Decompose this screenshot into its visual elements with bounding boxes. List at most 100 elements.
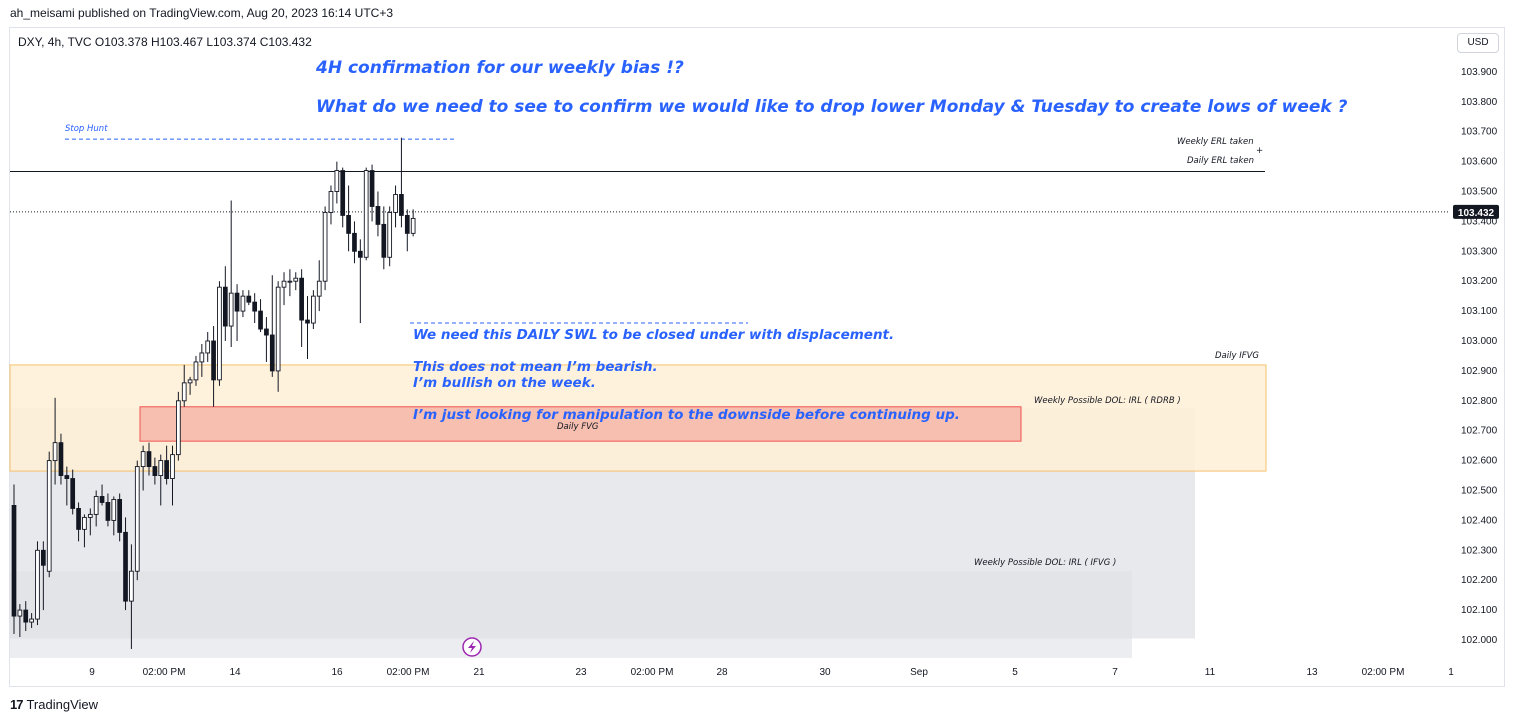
candle [334,161,340,204]
x-tick-label: 9 [89,667,95,678]
y-tick-label: 103.700 [1461,127,1498,138]
label-daily-erl: Daily ERL taken [1187,156,1255,166]
candle [352,221,357,264]
candle-body [199,352,205,363]
label-weekly-erl: Weekly ERL taken [1177,137,1254,147]
tradingview-logo-icon: 17 [10,697,24,712]
candle [222,266,228,341]
candle-body [363,170,369,258]
candle [240,290,246,318]
candle-body [387,211,393,258]
candle-body [93,496,99,515]
candle-body [375,205,381,225]
candle [375,191,381,237]
y-tick-label: 103.900 [1461,67,1498,78]
currency-button[interactable]: USD [1457,33,1499,53]
annotation-title-1: 4H confirmation for our weekly bias !? [316,58,684,78]
label-plus: + [1256,146,1264,156]
candle-body [252,301,258,312]
y-tick-label: 102.100 [1461,605,1498,616]
candle [11,484,17,635]
x-tick-label: 11 [1205,667,1216,678]
candle [46,451,52,578]
y-tick-label: 102.000 [1461,635,1498,646]
candle-body [322,211,328,282]
label-daily-fvg: Daily FVG [557,422,599,432]
candle-body [134,466,140,572]
candle-body [17,609,23,617]
candle-body [275,286,281,372]
x-tick-label: 23 [575,667,587,678]
candle-body [176,400,181,456]
candle-body [41,549,46,566]
candle-body [123,531,128,602]
y-tick-label: 103.200 [1461,276,1498,287]
y-tick-label: 102.900 [1461,366,1498,377]
x-tick-label: 02:00 PM [387,667,430,678]
x-tick-label: 21 [473,667,485,678]
candle [252,293,258,324]
candle-body [246,295,252,303]
candle [299,269,304,347]
label-stop-hunt: Stop Hunt [65,124,108,134]
candle-body [328,191,334,213]
candle-body [23,609,29,623]
candle-body [158,460,164,477]
candle-body [311,295,316,324]
candle [369,164,375,222]
candle-body [234,292,240,312]
x-tick-label: 16 [331,667,343,678]
x-tick-label: 7 [1112,667,1118,678]
candle-body [70,478,76,509]
label-weekly-ifvg: Weekly Possible DOL: IRL ( IFVG ) [974,558,1117,568]
candle-body [357,250,363,258]
candle-body [369,170,375,207]
candle [311,290,316,330]
x-tick-label: 5 [1012,667,1018,678]
annotation-body-2: This does not mean I’m bearish. [413,359,658,375]
y-tick-label: 103.000 [1461,336,1498,347]
x-tick-label: 14 [229,667,241,678]
weekly-ifvg-zone [10,571,1132,658]
candle [35,541,40,626]
y-tick-label: 102.300 [1461,545,1498,556]
candle [357,239,363,324]
candle-body [222,286,228,327]
candle [234,284,240,341]
candle-body [99,496,105,503]
y-tick-label: 103.600 [1461,157,1498,168]
candle-body [46,460,52,572]
candle [264,317,269,362]
lightning-icon[interactable] [462,637,482,657]
candle [404,209,410,252]
candle-body [399,194,404,216]
candle-body [181,382,187,402]
x-tick-label: 30 [819,667,831,678]
candle [363,167,369,261]
x-tick-label: 1 [1448,667,1454,678]
candle-body [11,505,17,617]
candle-body [140,451,146,468]
y-tick-label: 103.300 [1461,246,1498,257]
candle-body [381,223,387,258]
candle [269,275,275,377]
footer-brand-name: TradingView [26,697,99,712]
candle [228,200,234,347]
symbol-ohlc-legend: DXY, 4h, TVC O103.378 H103.467 L103.374 … [18,35,312,49]
candle [258,299,263,333]
candle-body [52,442,58,462]
annotation-title-2: What do we need to see to confirm we wou… [316,97,1348,117]
candle-body [105,502,111,521]
candle [410,209,416,237]
candle-body [340,170,346,216]
candle-body [111,499,117,521]
candle [287,269,293,297]
candle [346,185,351,252]
candle-body [170,454,175,479]
y-tick-label: 103.800 [1461,97,1498,108]
x-tick-label: 28 [716,667,728,678]
candle [134,460,140,581]
last-price-label: 103.432 [1458,208,1495,219]
candle-body [258,310,263,330]
footer-brand[interactable]: 17 TradingView [10,697,98,712]
